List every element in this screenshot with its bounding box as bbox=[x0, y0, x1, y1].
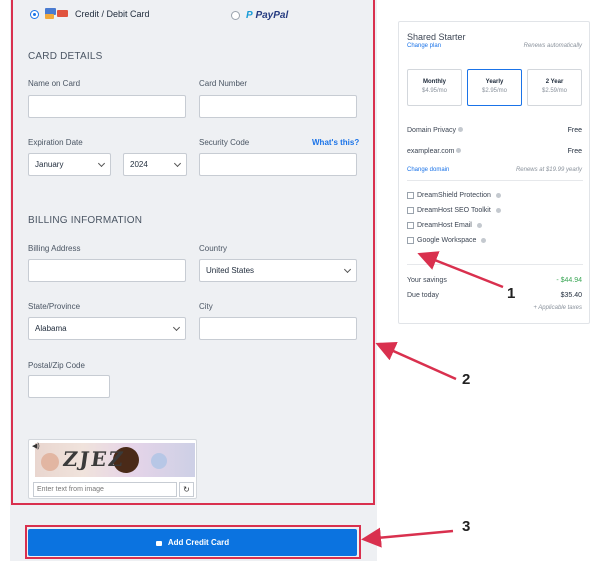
arrow-3 bbox=[361, 527, 454, 548]
taxes-note: + Applicable taxes bbox=[533, 305, 582, 311]
term-label: Yearly bbox=[485, 79, 504, 85]
domain-privacy-row: Domain Privacy bbox=[407, 127, 464, 134]
due-today-value: $35.40 bbox=[560, 292, 582, 299]
order-summary-panel: Shared Starter Change plan Renews automa… bbox=[398, 21, 590, 324]
info-icon[interactable] bbox=[456, 148, 462, 153]
term-price: $2.95/mo bbox=[481, 88, 508, 94]
addon-label: DreamHost SEO Toolkit bbox=[417, 207, 491, 214]
addon-google-workspace[interactable]: Google Workspace bbox=[407, 237, 487, 244]
addon-label: DreamShield Protection bbox=[417, 192, 491, 199]
domain-name: examplear.com bbox=[407, 148, 455, 155]
info-icon[interactable] bbox=[476, 223, 482, 228]
change-domain-link[interactable]: Change domain bbox=[407, 167, 449, 173]
addon-dreamshield[interactable]: DreamShield Protection bbox=[407, 192, 501, 199]
savings-value: - $44.94 bbox=[556, 277, 582, 284]
callout-number-3: 3 bbox=[462, 518, 471, 535]
domain-renew-note: Renews at $19.99 yearly bbox=[515, 167, 582, 173]
domain-value: Free bbox=[567, 148, 582, 155]
divider bbox=[407, 180, 583, 181]
domain-privacy-value: Free bbox=[567, 127, 582, 134]
addon-label: Google Workspace bbox=[417, 237, 477, 244]
domain-privacy-label: Domain Privacy bbox=[407, 127, 457, 134]
info-icon[interactable] bbox=[495, 193, 501, 198]
addon-checkbox[interactable] bbox=[407, 192, 414, 199]
addon-email[interactable]: DreamHost Email bbox=[407, 222, 482, 229]
term-monthly[interactable]: Monthly $4.95/mo bbox=[407, 69, 462, 106]
term-price: $2.59/mo bbox=[541, 88, 568, 94]
addon-seo-toolkit[interactable]: DreamHost SEO Toolkit bbox=[407, 207, 501, 214]
term-label: 2 Year bbox=[545, 79, 564, 85]
renews-note: Renews automatically bbox=[523, 43, 582, 49]
info-icon[interactable] bbox=[481, 238, 487, 243]
term-price: $4.95/mo bbox=[421, 88, 448, 94]
plan-name: Shared Starter bbox=[407, 32, 466, 42]
callout-number-2: 2 bbox=[462, 371, 471, 388]
info-icon[interactable] bbox=[495, 208, 501, 213]
annotation-box-form bbox=[11, 0, 375, 505]
domain-row: examplear.com bbox=[407, 148, 462, 155]
arrow-2 bbox=[375, 341, 457, 381]
term-yearly[interactable]: Yearly $2.95/mo bbox=[467, 69, 522, 106]
due-today-label: Due today bbox=[407, 292, 439, 299]
callout-number-1: 1 bbox=[507, 285, 516, 302]
addon-checkbox[interactable] bbox=[407, 222, 414, 229]
change-plan-link[interactable]: Change plan bbox=[407, 43, 441, 49]
addon-label: DreamHost Email bbox=[417, 222, 472, 229]
savings-label: Your savings bbox=[407, 277, 447, 284]
term-2-year[interactable]: 2 Year $2.59/mo bbox=[527, 69, 582, 106]
term-label: Monthly bbox=[423, 79, 446, 85]
info-icon[interactable] bbox=[458, 127, 464, 132]
addon-checkbox[interactable] bbox=[407, 237, 414, 244]
divider bbox=[407, 264, 583, 265]
addon-checkbox[interactable] bbox=[407, 207, 414, 214]
annotation-box-button bbox=[25, 525, 361, 559]
